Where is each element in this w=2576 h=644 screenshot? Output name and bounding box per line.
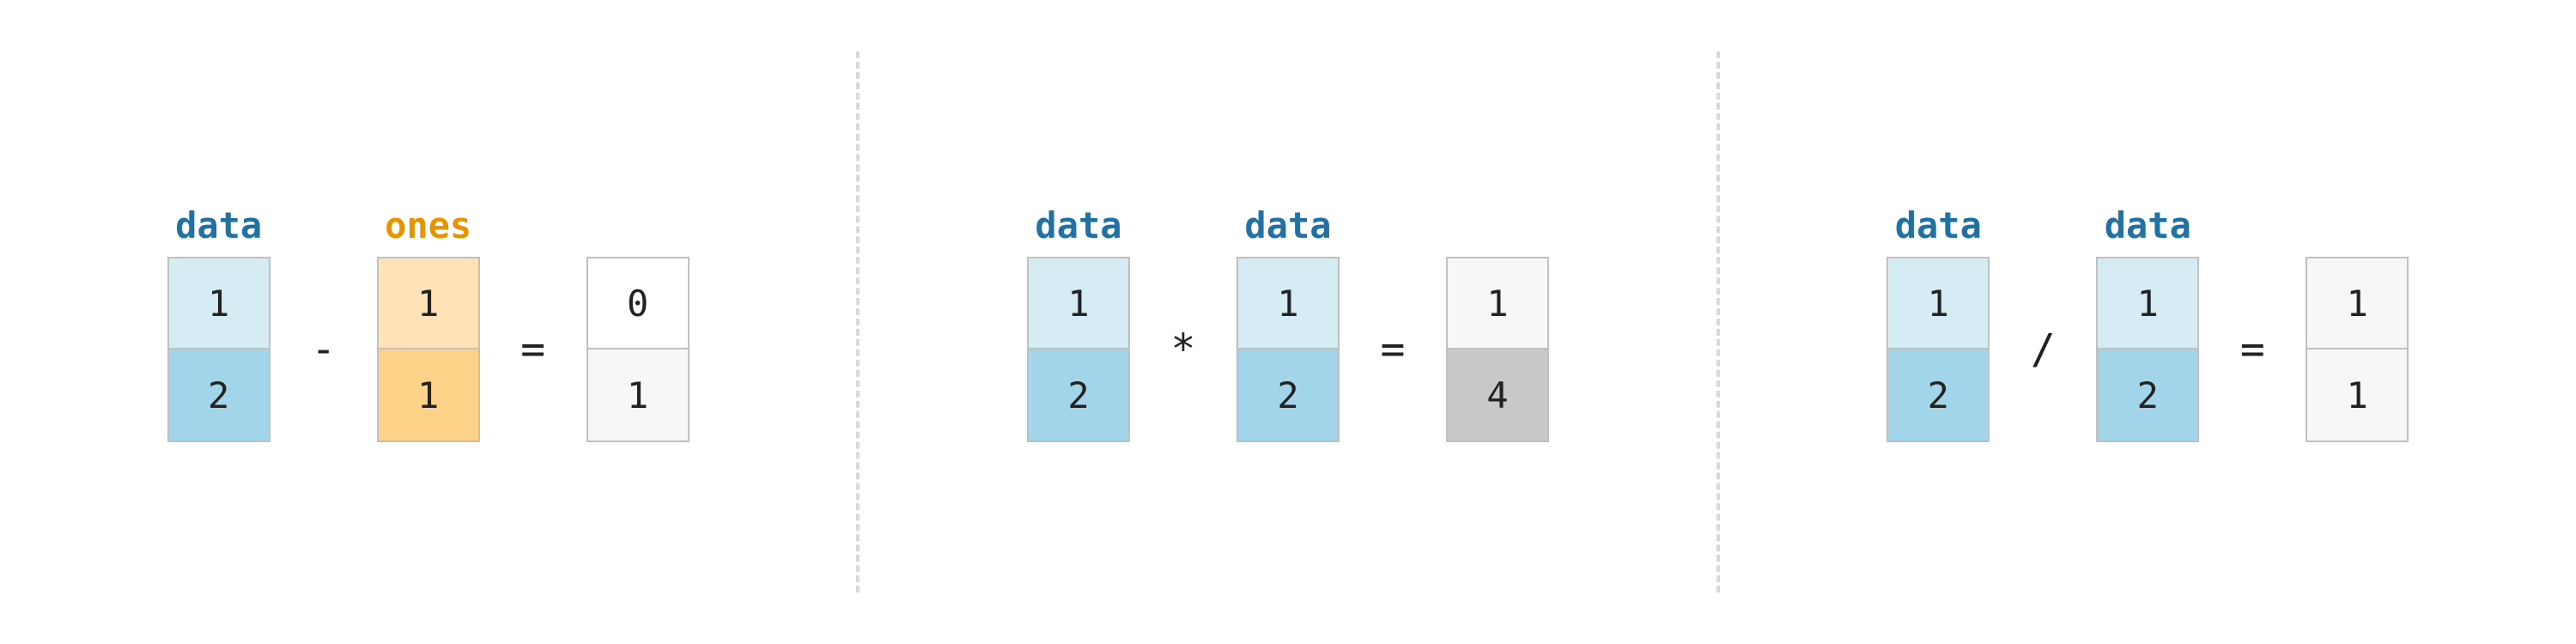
array-cells: 0 1 (586, 257, 690, 442)
cell: 1 (377, 349, 480, 442)
label-data: data (2105, 202, 2191, 250)
cell: 2 (1886, 349, 1990, 442)
cell: 1 (2306, 349, 2409, 442)
array-data: data 1 2 (1236, 202, 1340, 442)
cell: 4 (1446, 349, 1549, 442)
panel-multiplication: data 1 2 * data 1 2 = 1 4 (860, 0, 1716, 644)
panel-division: data 1 2 / data 1 2 = 1 1 (1720, 0, 2576, 644)
array-cells: 1 1 (377, 257, 480, 442)
array-data: data 1 2 (1886, 202, 1990, 442)
array-cells: 1 2 (2096, 257, 2199, 442)
array-cells: 1 2 (1236, 257, 1340, 442)
operator-equals: = (2230, 325, 2275, 374)
diagram-canvas: data 1 2 - ones 1 1 = 0 1 data (0, 0, 2576, 644)
cell: 2 (2096, 349, 2199, 442)
array-result-sub: 0 1 (586, 202, 690, 442)
cell: 2 (1236, 349, 1340, 442)
cell: 1 (377, 257, 480, 349)
cell: 1 (2096, 257, 2199, 349)
array-result-div: 1 1 (2306, 202, 2409, 442)
cell: 1 (167, 257, 270, 349)
cell: 2 (167, 349, 270, 442)
array-cells: 1 2 (1027, 257, 1130, 442)
operator-minus: - (301, 325, 346, 374)
array-data: data 1 2 (2096, 202, 2199, 442)
label-data: data (1895, 202, 1982, 250)
operator-times: * (1161, 325, 1206, 374)
panel-subtraction: data 1 2 - ones 1 1 = 0 1 (0, 0, 856, 644)
label-data: data (1244, 202, 1331, 250)
array-ones: ones 1 1 (377, 202, 480, 442)
cell: 1 (1236, 257, 1340, 349)
array-cells: 1 1 (2306, 257, 2409, 442)
cell: 1 (1886, 257, 1990, 349)
array-cells: 1 4 (1446, 257, 1549, 442)
operator-equals: = (511, 325, 556, 374)
cell: 1 (1446, 257, 1549, 349)
array-data: data 1 2 (1027, 202, 1130, 442)
label-data: data (175, 202, 262, 250)
array-data: data 1 2 (167, 202, 270, 442)
array-cells: 1 2 (167, 257, 270, 442)
array-result-mul: 1 4 (1446, 202, 1549, 442)
cell: 1 (2306, 257, 2409, 349)
cell: 1 (1027, 257, 1130, 349)
cell: 1 (586, 349, 690, 442)
operator-divide: / (2020, 325, 2065, 374)
label-ones: ones (385, 202, 471, 250)
operator-equals: = (1370, 325, 1415, 374)
array-cells: 1 2 (1886, 257, 1990, 442)
cell: 2 (1027, 349, 1130, 442)
cell: 0 (586, 257, 690, 349)
label-data: data (1035, 202, 1121, 250)
